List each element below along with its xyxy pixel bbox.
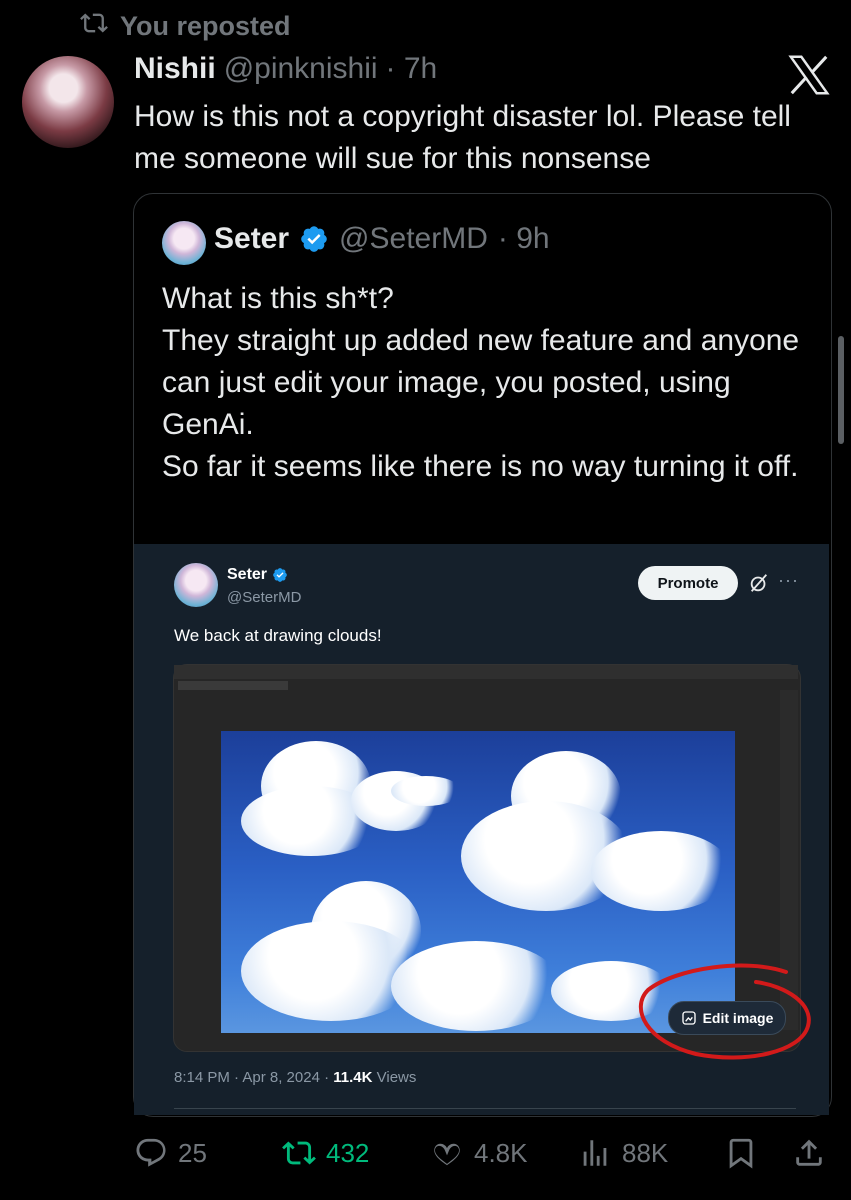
reply-icon: [136, 1138, 166, 1167]
embedded-author-name-row: Seter: [227, 566, 288, 584]
embedded-post-text: We back at drawing clouds!: [174, 626, 382, 645]
views-button[interactable]: 88K: [578, 1136, 668, 1170]
quoted-text-line: What is this sh*t?: [162, 282, 394, 315]
views-count: 88K: [622, 1137, 669, 1168]
repost-label: You reposted: [120, 10, 291, 41]
author-name[interactable]: Nishii: [134, 52, 216, 86]
promote-button: Promote: [638, 566, 738, 600]
quoted-author-name[interactable]: Seter: [214, 222, 289, 256]
post-text: How is this not a copyright disaster lol…: [134, 100, 791, 175]
reply-count: 25: [178, 1137, 207, 1168]
red-annotation-circle: [638, 963, 811, 1060]
repost-count: 432: [326, 1137, 370, 1168]
x-logo-icon: [788, 55, 830, 95]
quoted-post-time[interactable]: · 9h: [498, 222, 550, 256]
verified-badge-icon: [273, 568, 287, 582]
quoted-post-text: What is this sh*t? They straight up adde…: [162, 278, 812, 488]
quoted-text-line: They straight up added new feature and a…: [162, 324, 800, 441]
more-options-icon: ···: [778, 570, 799, 590]
quoted-text-line: So far it seems like there is no way tur…: [162, 450, 799, 483]
author-avatar[interactable]: [22, 56, 114, 148]
share-button[interactable]: [792, 1136, 826, 1170]
divider: [174, 1108, 796, 1109]
repost-action-icon: [282, 1141, 316, 1165]
quoted-author-handle[interactable]: @SeterMD: [339, 222, 488, 256]
quoted-author-avatar[interactable]: [162, 221, 206, 265]
photoshop-document-tab: [178, 681, 288, 690]
quoted-post-header: Seter @SeterMD · 9h: [214, 222, 550, 256]
reply-button[interactable]: 25: [134, 1136, 207, 1170]
embedded-author-handle: @SeterMD: [227, 589, 302, 606]
embedded-post-meta: 8:14 PM · Apr 8, 2024 · 11.4K Views: [174, 1069, 416, 1086]
photoshop-options-bar: [174, 665, 798, 679]
embedded-post-time: 8:14 PM · Apr 8, 2024 ·: [174, 1069, 334, 1086]
repost-icon: [80, 9, 108, 44]
verified-badge-icon: [301, 226, 327, 252]
views-icon: [583, 1140, 607, 1166]
share-icon: [796, 1139, 822, 1166]
repost-button[interactable]: 432: [282, 1136, 369, 1170]
author-handle[interactable]: @pinknishii: [224, 52, 378, 86]
bookmark-icon: [729, 1138, 753, 1169]
embedded-author-avatar: [174, 563, 218, 607]
like-button[interactable]: 4.8K: [430, 1136, 528, 1170]
heart-icon: [434, 1143, 460, 1166]
like-count: 4.8K: [474, 1137, 528, 1168]
bookmark-button[interactable]: [724, 1136, 758, 1170]
grok-icon: [750, 574, 768, 592]
embedded-views-label: Views: [372, 1069, 417, 1086]
repost-indicator: You reposted: [80, 8, 291, 44]
post-time[interactable]: · 7h: [386, 52, 438, 86]
scrollbar[interactable]: [838, 336, 844, 444]
embedded-views-count: 11.4K: [333, 1069, 373, 1086]
embedded-author-name: Seter: [227, 566, 268, 583]
post-header: Nishii @pinknishii · 7h: [134, 52, 437, 86]
